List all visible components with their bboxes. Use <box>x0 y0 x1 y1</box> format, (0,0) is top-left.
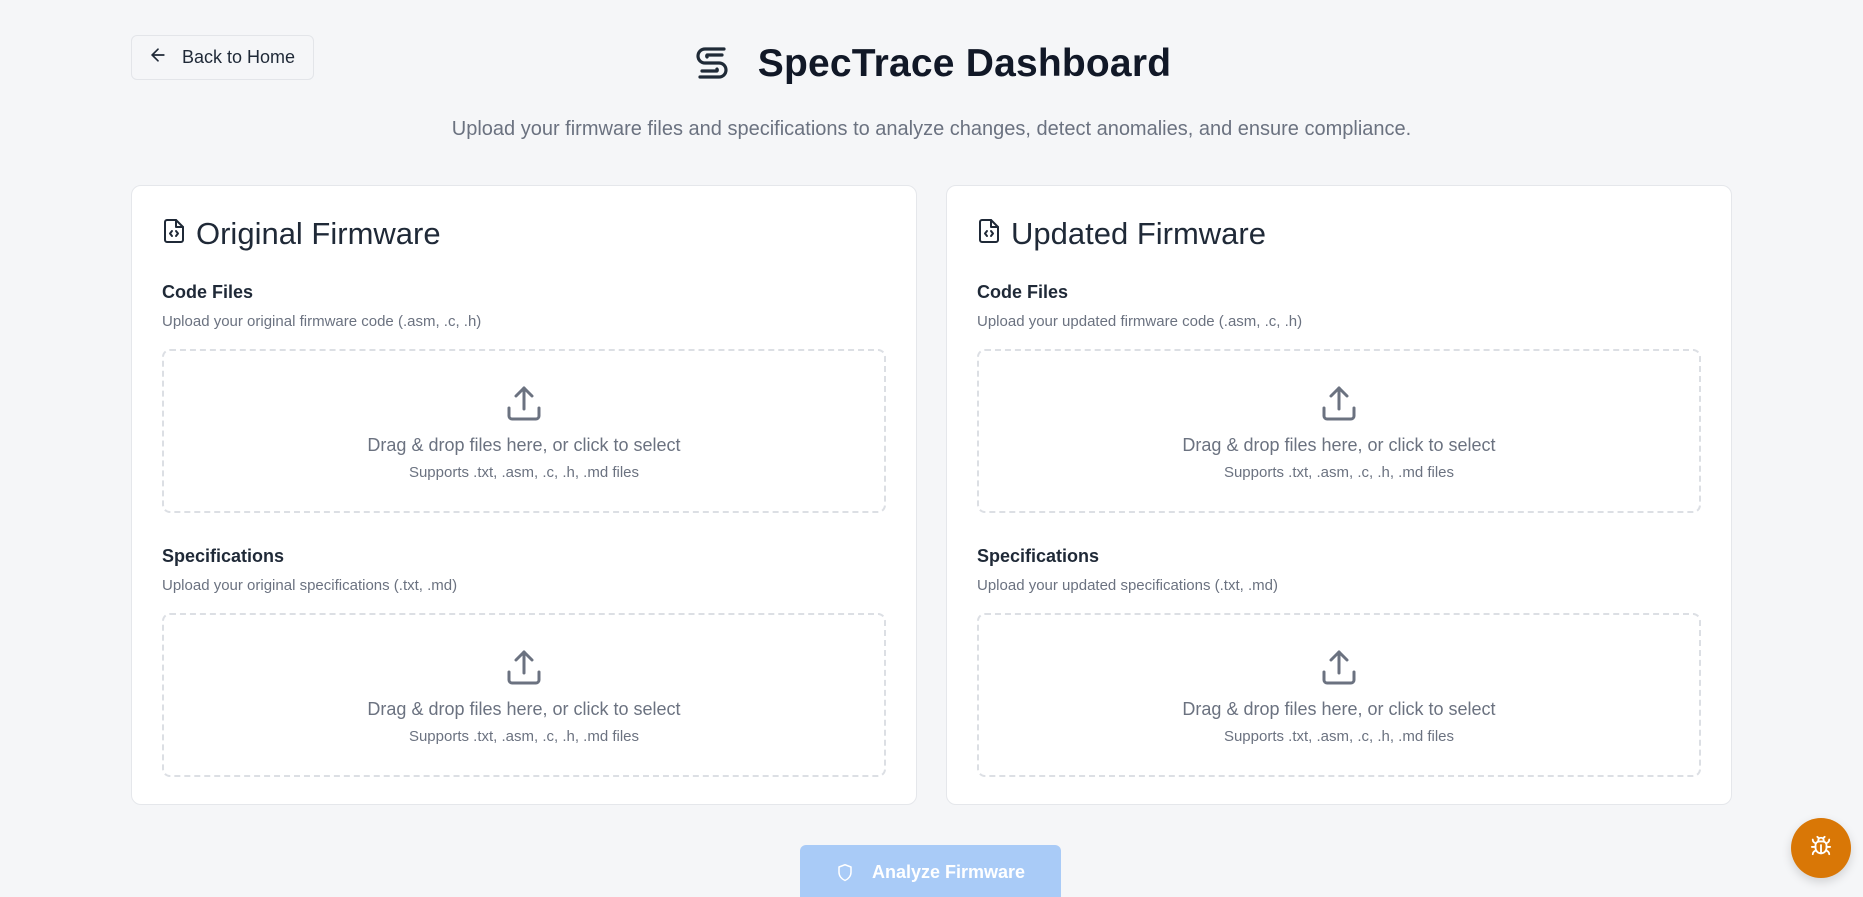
spectrace-logo-icon <box>692 42 732 86</box>
file-code-icon <box>162 216 186 252</box>
updated-firmware-card: Updated Firmware Code Files Upload your … <box>946 185 1732 805</box>
dropzone-text: Drag & drop files here, or click to sele… <box>1182 699 1496 719</box>
dropzone-supported-types: Supports .txt, .asm, .c, .h, .md files <box>1223 464 1455 481</box>
upload-icon <box>504 383 544 423</box>
upload-icon <box>1319 647 1359 687</box>
dropzone-supported-types: Supports .txt, .asm, .c, .h, .md files <box>408 728 640 745</box>
dropzone-text: Drag & drop files here, or click to sele… <box>367 435 681 455</box>
code-files-label: Code Files <box>162 282 254 302</box>
page-subtitle: Upload your firmware files and specifica… <box>451 118 1412 140</box>
specifications-label: Specifications <box>977 546 1100 566</box>
dropzone-supported-types: Supports .txt, .asm, .c, .h, .md files <box>1223 728 1455 745</box>
specifications-label: Specifications <box>162 546 285 566</box>
code-files-hint: Upload your updated firmware code (.asm,… <box>977 313 1303 330</box>
page: Back to Home SpecTrace Dashboard Upload … <box>0 0 1863 897</box>
debug-fab-button[interactable] <box>1791 818 1851 878</box>
analyze-firmware-label: Analyze Firmware <box>871 862 1026 882</box>
code-files-dropzone[interactable]: Drag & drop files here, or click to sele… <box>977 349 1701 513</box>
specifications-hint: Upload your updated specifications (.txt… <box>977 577 1278 594</box>
card-title-text: Updated Firmware <box>1011 216 1266 251</box>
shield-icon <box>836 862 854 888</box>
dropzone-text: Drag & drop files here, or click to sele… <box>367 699 681 719</box>
upload-icon <box>1319 383 1359 423</box>
card-title-text: Original Firmware <box>196 216 441 251</box>
analyze-firmware-button[interactable]: Analyze Firmware <box>800 845 1061 897</box>
dropzone-supported-types: Supports .txt, .asm, .c, .h, .md files <box>408 464 640 481</box>
original-firmware-card: Original Firmware Code Files Upload your… <box>131 185 917 805</box>
upload-icon <box>504 647 544 687</box>
code-files-dropzone[interactable]: Drag & drop files here, or click to sele… <box>162 349 886 513</box>
code-files-label: Code Files <box>977 282 1069 302</box>
specifications-hint: Upload your original specifications (.tx… <box>162 577 458 594</box>
card-title: Original Firmware <box>162 216 441 252</box>
page-title: SpecTrace Dashboard <box>757 42 1172 85</box>
specifications-dropzone[interactable]: Drag & drop files here, or click to sele… <box>977 613 1701 777</box>
file-code-icon <box>977 216 1001 252</box>
code-files-hint: Upload your original firmware code (.asm… <box>162 313 482 330</box>
page-header: SpecTrace Dashboard <box>0 42 1863 86</box>
card-title: Updated Firmware <box>977 216 1266 252</box>
bug-icon <box>1810 835 1832 862</box>
dropzone-text: Drag & drop files here, or click to sele… <box>1182 435 1496 455</box>
specifications-dropzone[interactable]: Drag & drop files here, or click to sele… <box>162 613 886 777</box>
